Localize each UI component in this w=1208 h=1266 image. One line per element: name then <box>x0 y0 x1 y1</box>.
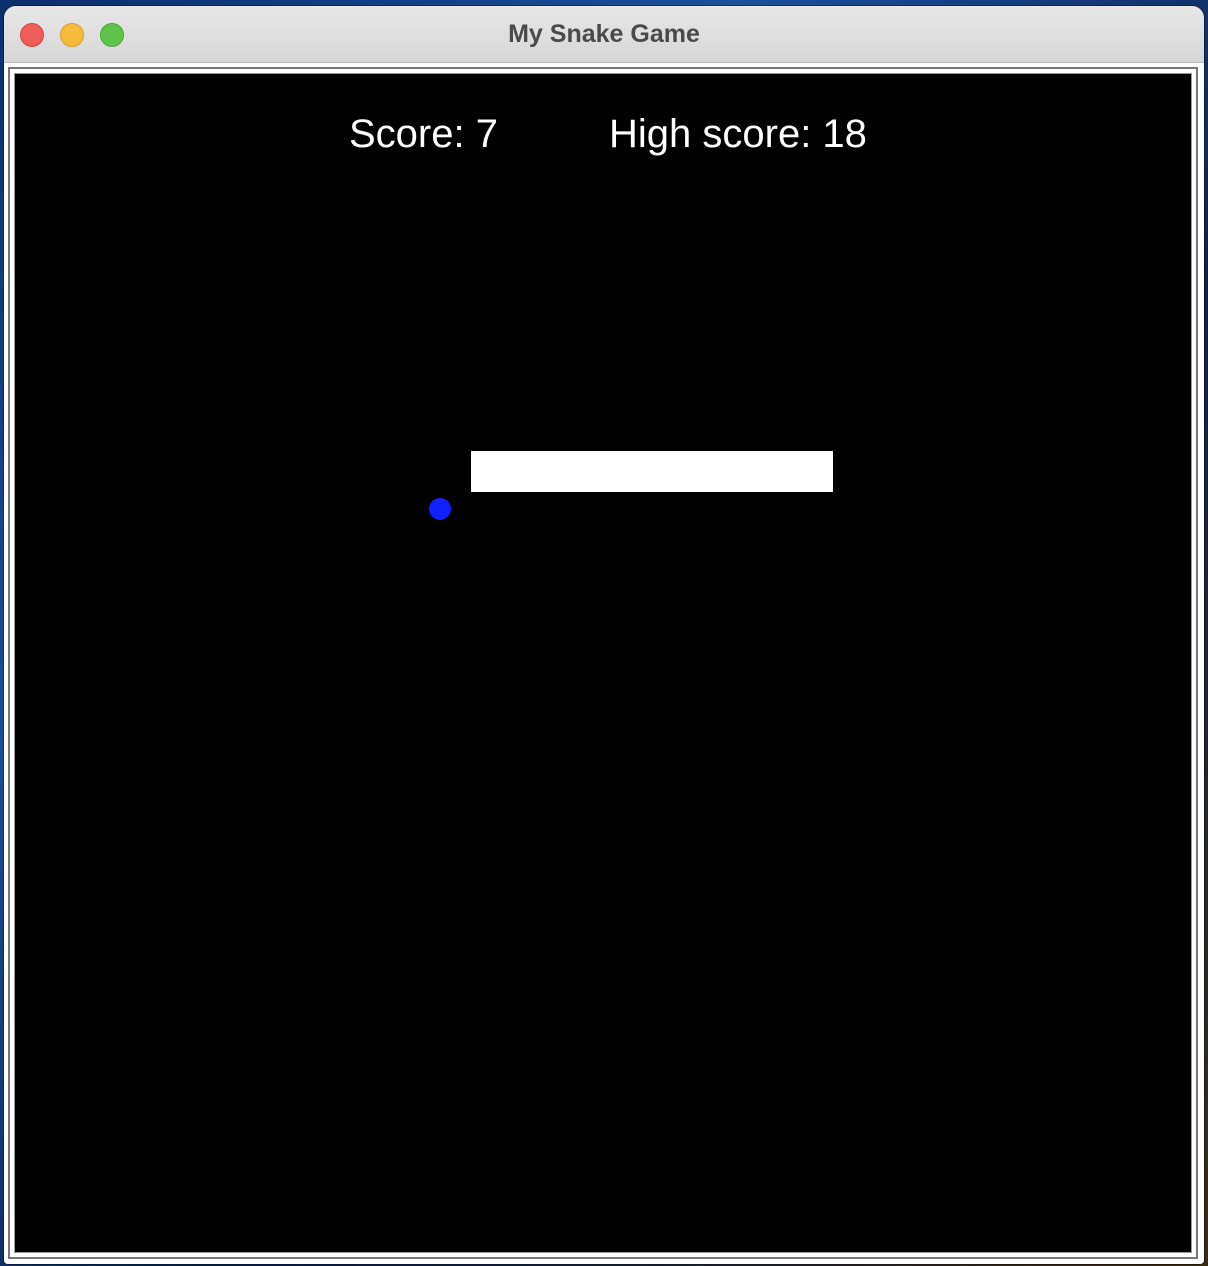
game-frame: Score: 7 High score: 18 <box>8 67 1198 1259</box>
game-canvas[interactable]: Score: 7 High score: 18 <box>14 73 1192 1253</box>
window-title: My Snake Game <box>508 20 700 48</box>
snake-body <box>471 451 833 492</box>
title-bar[interactable]: My Snake Game <box>4 6 1204 63</box>
window-content: Score: 7 High score: 18 <box>4 63 1204 1264</box>
food-dot <box>429 498 451 520</box>
score-label: Score: 7 <box>349 112 498 156</box>
app-window: My Snake Game Score: 7 High score: 18 <box>4 6 1204 1264</box>
high-score-label: High score: 18 <box>609 112 867 156</box>
